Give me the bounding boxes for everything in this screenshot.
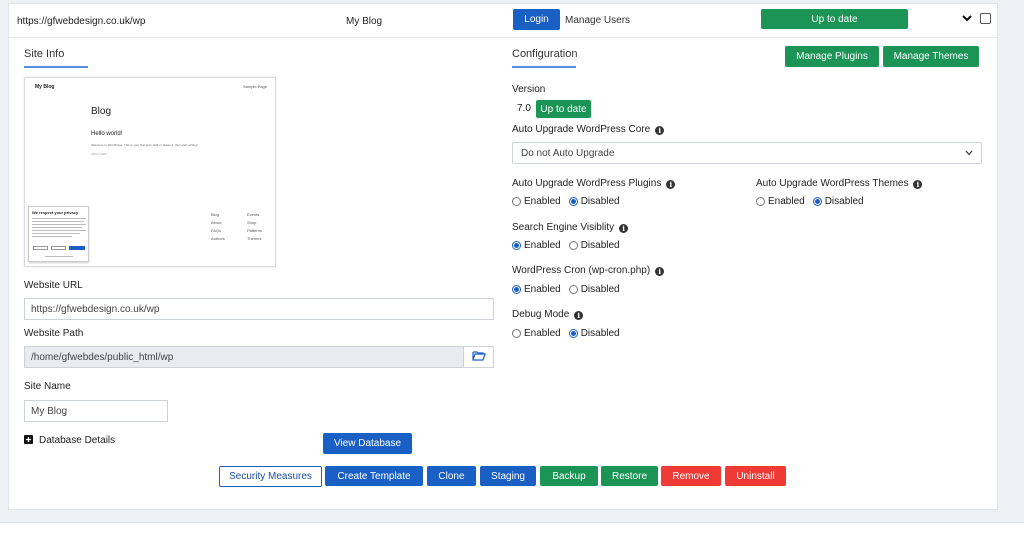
site-thumbnail[interactable]: My Blog Sample Page Blog Hello world! We… xyxy=(24,77,276,267)
info-icon: i xyxy=(655,126,665,135)
cron-enabled-radio[interactable]: Enabled xyxy=(512,284,561,295)
auto-upgrade-themes-radios: Enabled Disabled xyxy=(756,196,872,207)
themes-disabled-radio[interactable]: Disabled xyxy=(812,196,864,207)
search-engine-enabled-radio[interactable]: Enabled xyxy=(512,240,561,251)
uninstall-button[interactable]: Uninstall xyxy=(725,466,786,486)
cron-radios: Enabled Disabled xyxy=(512,284,628,295)
cron-disabled-radio[interactable]: Disabled xyxy=(568,284,620,295)
site-name-input[interactable]: My Blog xyxy=(24,400,168,422)
staging-button[interactable]: Staging xyxy=(480,466,536,486)
remove-button[interactable]: Remove xyxy=(661,466,721,486)
view-database-button[interactable]: View Database xyxy=(323,433,412,454)
folder-open-icon xyxy=(471,350,486,364)
login-button[interactable]: Login xyxy=(513,9,560,30)
configuration-title: Configuration xyxy=(512,48,578,60)
debug-enabled-radio[interactable]: Enabled xyxy=(512,328,561,339)
version-status-button[interactable]: Up to date xyxy=(536,100,591,118)
manage-plugins-button[interactable]: Manage Plugins xyxy=(785,46,879,67)
browse-folder-button[interactable] xyxy=(463,346,494,368)
backup-button[interactable]: Backup xyxy=(540,466,598,486)
clone-button[interactable]: Clone xyxy=(427,466,476,486)
version-label: Version xyxy=(512,84,546,95)
debug-disabled-radio[interactable]: Disabled xyxy=(568,328,620,339)
info-icon: i xyxy=(655,267,665,276)
site-info-title: Site Info xyxy=(24,48,65,60)
expand-plus-icon[interactable] xyxy=(24,435,33,444)
database-details-toggle[interactable]: Database Details xyxy=(39,435,115,446)
thumb-post-title: Hello world! xyxy=(91,131,123,137)
create-template-button[interactable]: Create Template xyxy=(325,466,423,486)
version-value: 7.0 xyxy=(517,103,531,114)
site-title-header: My Blog xyxy=(346,16,383,27)
site-panel: https://gfwebdesign.co.uk/wp My Blog Log… xyxy=(8,3,998,510)
security-measures-button[interactable]: Security Measures xyxy=(219,466,322,487)
site-info-underline xyxy=(24,66,88,68)
restore-button[interactable]: Restore xyxy=(601,466,658,486)
site-url-header[interactable]: https://gfwebdesign.co.uk/wp xyxy=(17,16,145,27)
website-path-input[interactable]: /home/gfwebdes/public_html/wp xyxy=(24,346,464,368)
thumb-privacy-notice: We respect your privacy xyxy=(28,206,89,262)
themes-enabled-radio[interactable]: Enabled xyxy=(756,196,805,207)
search-engine-label: Search Engine Visiblity i xyxy=(512,222,629,233)
website-url-label: Website URL xyxy=(24,280,83,291)
auto-upgrade-core-selected: Do not Auto Upgrade xyxy=(521,147,615,159)
thumb-privacy-title: We respect your privacy xyxy=(32,210,79,215)
auto-upgrade-plugins-radios: Enabled Disabled xyxy=(512,196,628,207)
cron-label: WordPress Cron (wp-cron.php) i xyxy=(512,265,665,276)
auto-upgrade-core-select[interactable]: Do not Auto Upgrade xyxy=(512,142,982,164)
info-icon: i xyxy=(574,311,584,320)
info-icon: i xyxy=(913,180,923,189)
auto-upgrade-themes-label: Auto Upgrade WordPress Themes i xyxy=(756,178,923,189)
bottom-strip xyxy=(0,522,1024,535)
thumb-footer-links-1: Blog About FAQs Authors xyxy=(211,212,225,241)
debug-mode-label: Debug Mode i xyxy=(512,309,584,320)
select-chevron-icon xyxy=(965,148,973,159)
site-name-label: Site Name xyxy=(24,381,71,392)
plugins-disabled-radio[interactable]: Disabled xyxy=(568,196,620,207)
thumb-footer-links-2: Events Shop Patterns Themes xyxy=(247,212,262,241)
select-site-checkbox[interactable] xyxy=(980,13,991,24)
search-engine-radios: Enabled Disabled xyxy=(512,240,628,251)
manage-users-link[interactable]: Manage Users xyxy=(565,15,630,26)
auto-upgrade-plugins-label: Auto Upgrade WordPress Plugins i xyxy=(512,178,676,189)
configuration-underline xyxy=(512,66,576,68)
thumb-site-name: My Blog xyxy=(35,84,55,90)
info-icon: i xyxy=(666,180,676,189)
info-icon: i xyxy=(619,224,629,233)
thumb-post-date: March 2024 xyxy=(91,152,107,156)
plugins-enabled-radio[interactable]: Enabled xyxy=(512,196,561,207)
manage-themes-button[interactable]: Manage Themes xyxy=(883,46,979,67)
header-status-button[interactable]: Up to date xyxy=(761,9,908,29)
auto-upgrade-core-label: Auto Upgrade WordPress Core i xyxy=(512,124,665,135)
website-path-label: Website Path xyxy=(24,328,84,339)
thumb-post-excerpt: Welcome to WordPress. This is your first… xyxy=(91,143,198,147)
search-engine-disabled-radio[interactable]: Disabled xyxy=(568,240,620,251)
thumb-nav-link: Sample Page xyxy=(242,84,267,89)
thumb-heading: Blog xyxy=(91,106,112,117)
debug-mode-radios: Enabled Disabled xyxy=(512,328,628,339)
website-url-input[interactable]: https://gfwebdesign.co.uk/wp xyxy=(24,298,494,320)
chevron-down-icon[interactable] xyxy=(961,12,973,24)
header-divider xyxy=(9,37,997,38)
